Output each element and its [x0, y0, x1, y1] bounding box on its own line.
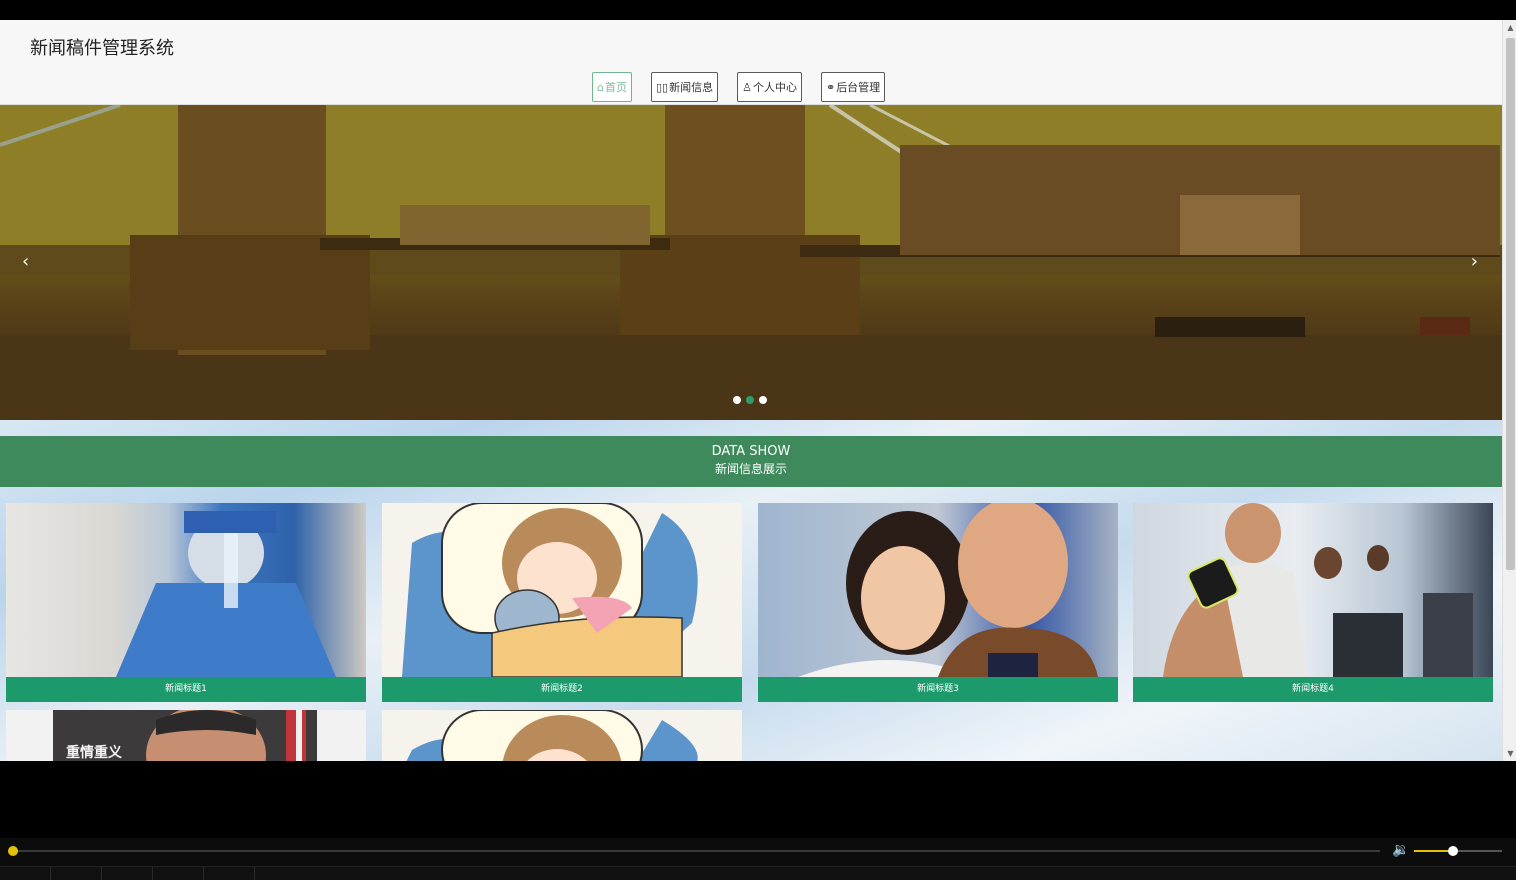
seek-bar[interactable]: [12, 850, 1380, 852]
tray-slot[interactable]: [102, 867, 153, 880]
nav-label: 新闻信息: [669, 81, 714, 94]
carousel-prev-icon[interactable]: ‹: [22, 251, 29, 272]
player-tray: [0, 866, 1516, 880]
carousel-dot[interactable]: [746, 396, 754, 404]
volume-level: [1414, 850, 1452, 852]
home-icon: ⌂: [597, 80, 604, 94]
carousel-next-icon[interactable]: ›: [1471, 251, 1478, 272]
main-nav: ⌂ 首页 ▯▯ 新闻信息 ♙ 个人中心 ⚭ 后台管理: [592, 72, 886, 102]
news-image: 重情重义: [6, 710, 366, 761]
news-image: [382, 710, 742, 761]
scroll-down-icon[interactable]: ▼: [1506, 749, 1515, 758]
news-caption: 新闻标题3: [758, 677, 1118, 702]
link-icon: ⚭: [825, 80, 836, 94]
site-header: 新闻稿件管理系统 ⌂ 首页 ▯▯ 新闻信息 ♙ 个人中心 ⚭ 后台管理: [0, 20, 1502, 105]
carousel-indicators: [733, 396, 767, 404]
news-image: [6, 503, 366, 677]
volume-knob[interactable]: [1448, 846, 1458, 856]
news-image: [382, 503, 742, 677]
section-title-en: DATA SHOW: [711, 444, 791, 459]
news-card[interactable]: 新闻标题3: [758, 503, 1118, 702]
nav-profile-button[interactable]: ♙ 个人中心: [737, 72, 802, 102]
nav-label: 个人中心: [752, 81, 797, 94]
nav-news-button[interactable]: ▯▯ 新闻信息: [650, 72, 719, 102]
nav-home-button[interactable]: ⌂ 首页: [592, 72, 632, 102]
carousel-banner: ‹ ›: [0, 105, 1502, 420]
tray-slot[interactable]: [204, 867, 255, 880]
nav-label: 首页: [604, 81, 627, 94]
tray-slot[interactable]: [153, 867, 204, 880]
news-caption: 新闻标题4: [1133, 677, 1493, 702]
section-header: DATA SHOW 新闻信息展示: [0, 436, 1502, 487]
seek-knob[interactable]: [8, 846, 18, 856]
carousel-dot[interactable]: [759, 396, 767, 404]
scrollbar-thumb[interactable]: [1506, 38, 1515, 570]
news-icon: ▯▯: [655, 80, 669, 94]
browser-viewport: 新闻稿件管理系统 ⌂ 首页 ▯▯ 新闻信息 ♙ 个人中心 ⚭ 后台管理 ‹ › …: [0, 20, 1516, 761]
nav-admin-button[interactable]: ⚭ 后台管理: [820, 72, 886, 102]
news-image-text: 重情重义: [66, 745, 122, 761]
scroll-up-icon[interactable]: ▲: [1506, 23, 1515, 32]
news-image: [758, 503, 1118, 677]
news-caption: 新闻标题2: [382, 677, 742, 702]
banner-image: [0, 105, 1502, 420]
news-card[interactable]: 新闻标题4: [1133, 503, 1493, 702]
news-caption: 新闻标题1: [6, 677, 366, 702]
page: 新闻稿件管理系统 ⌂ 首页 ▯▯ 新闻信息 ♙ 个人中心 ⚭ 后台管理 ‹ › …: [0, 20, 1502, 761]
site-title: 新闻稿件管理系统: [30, 38, 174, 59]
nav-label: 后台管理: [836, 81, 881, 94]
news-image: [1133, 503, 1493, 677]
tray-slot[interactable]: [51, 867, 102, 880]
news-card[interactable]: 新闻标题1: [6, 503, 366, 702]
tray-slot[interactable]: [0, 867, 51, 880]
news-card[interactable]: [382, 710, 742, 761]
user-icon: ♙: [742, 80, 752, 94]
carousel-dot[interactable]: [733, 396, 741, 404]
news-card[interactable]: 重情重义: [6, 710, 366, 761]
news-card[interactable]: 新闻标题2: [382, 503, 742, 702]
vertical-scrollbar[interactable]: ▲ ▼: [1502, 20, 1516, 761]
section-title-cn: 新闻信息展示: [714, 462, 787, 476]
volume-icon[interactable]: 🔉: [1392, 842, 1409, 858]
